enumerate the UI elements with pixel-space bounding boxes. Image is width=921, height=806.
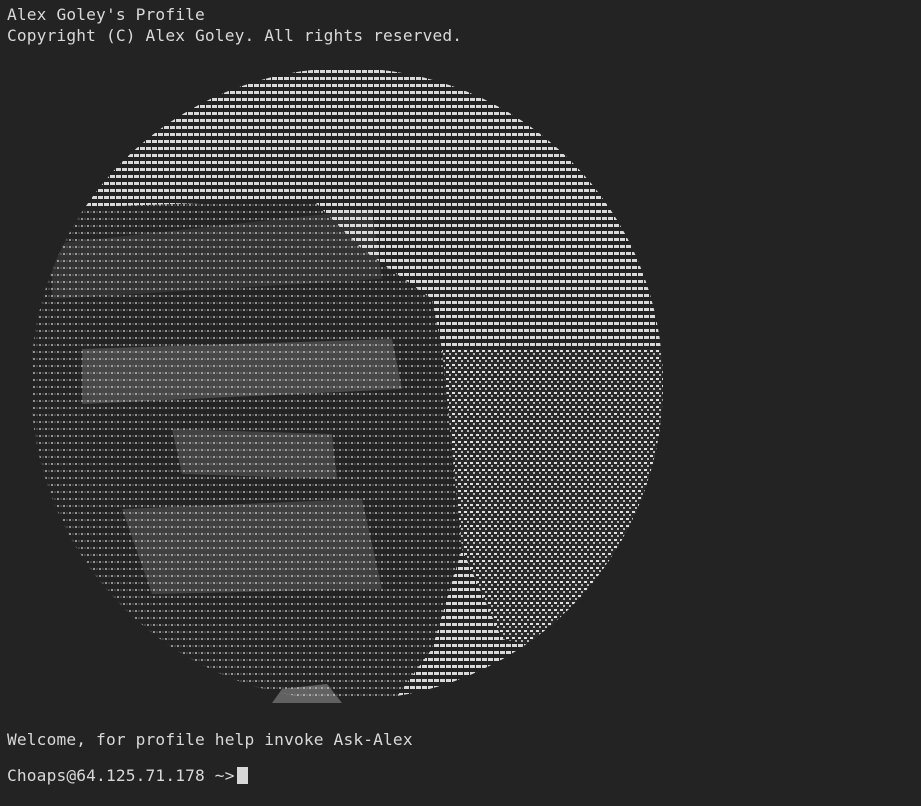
profile-title: Alex Goley's Profile <box>7 5 205 24</box>
prompt-label: Choaps@64.125.71.178 ~> <box>7 766 235 785</box>
welcome-message: Welcome, for profile help invoke Ask-Ale… <box>7 730 413 749</box>
command-prompt[interactable]: Choaps@64.125.71.178 ~> <box>7 765 248 786</box>
ascii-portrait-icon <box>32 69 663 703</box>
copyright-notice: Copyright (C) Alex Goley. All rights res… <box>7 26 463 45</box>
text-cursor <box>236 767 248 784</box>
terminal-window[interactable]: Alex Goley's Profile Copyright (C) Alex … <box>0 0 921 806</box>
